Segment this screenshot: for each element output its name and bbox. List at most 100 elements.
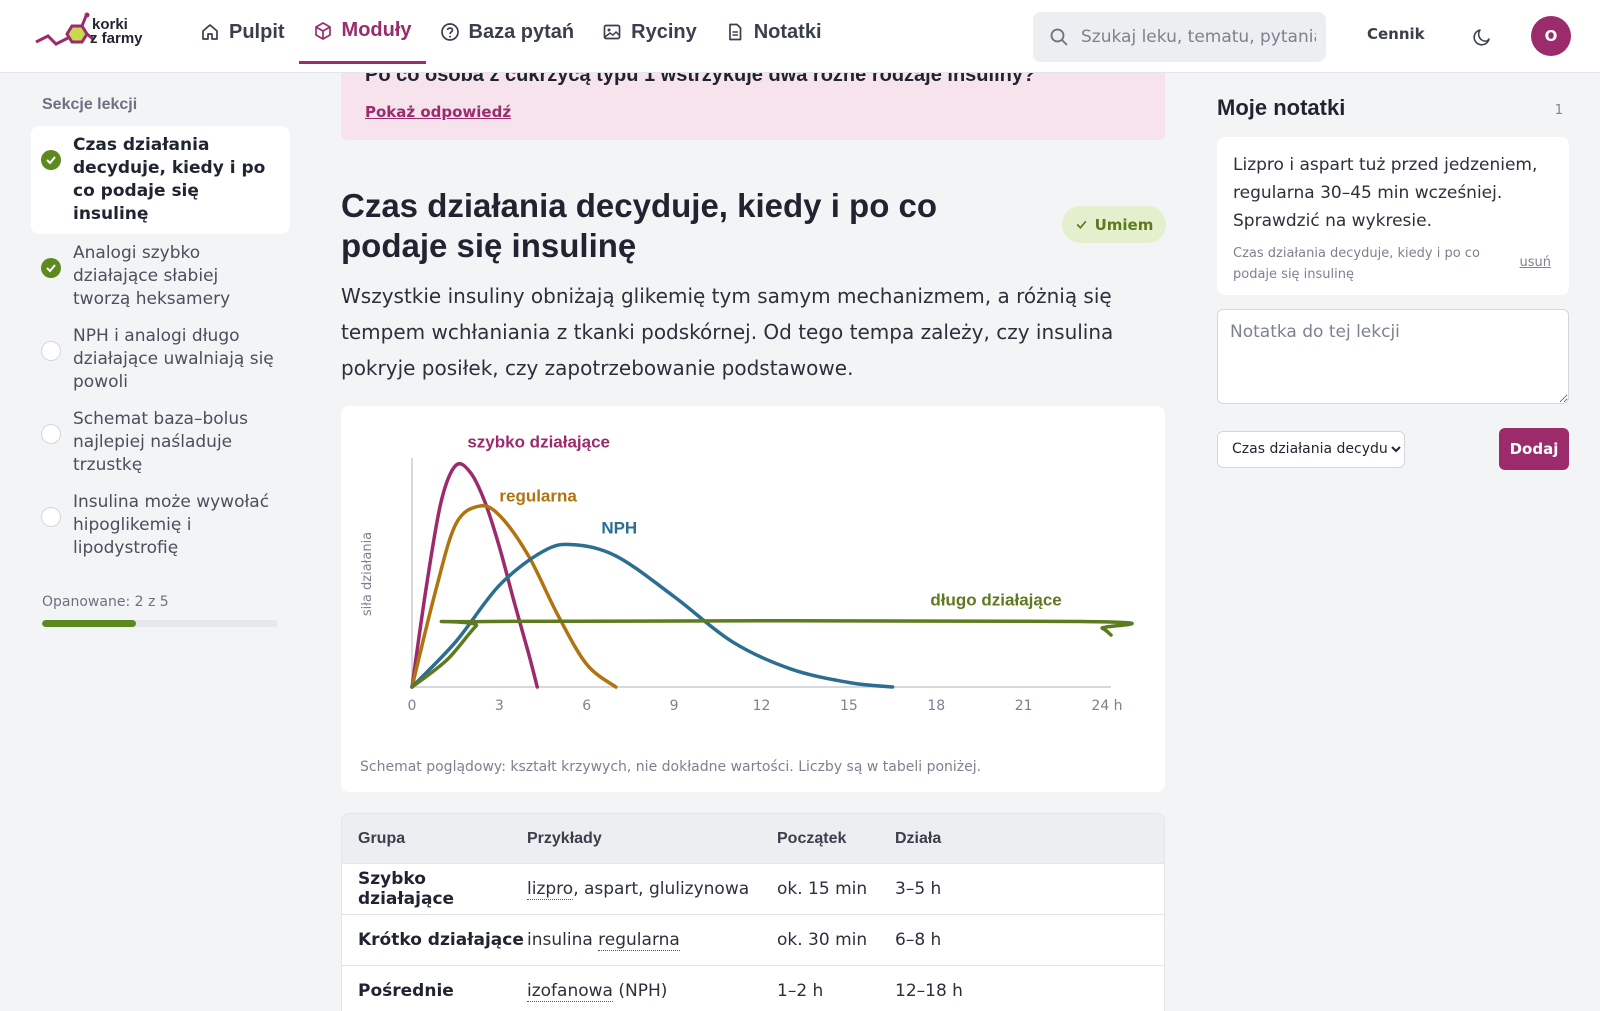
glossary-term[interactable]: regularna xyxy=(598,930,680,951)
note-section-ref: Czas działania decyduje, kiedy i po co p… xyxy=(1233,246,1480,282)
empty-circle-icon xyxy=(41,424,61,444)
search-icon xyxy=(1050,28,1068,46)
section-item-4[interactable]: Schemat baza–bolus najlepiej naśladuje t… xyxy=(31,402,290,483)
check-circle-icon xyxy=(41,150,61,170)
delete-note-link[interactable]: usuń xyxy=(1520,255,1552,270)
lesson-title: Czas działania decyduje, kiedy i po co p… xyxy=(341,187,938,264)
search-box[interactable] xyxy=(1033,12,1326,62)
nav-baza-pytan[interactable]: Baza pytań xyxy=(426,0,589,64)
section-label: Analogi szybko działające słabiej tworzą… xyxy=(73,243,231,309)
series-label: regularna xyxy=(499,487,577,506)
empty-circle-icon xyxy=(41,341,61,361)
pricing-link[interactable]: Cennik xyxy=(1367,25,1425,43)
section-item-5[interactable]: Insulina może wywołać hipoglikemię i lip… xyxy=(31,485,290,566)
image-icon xyxy=(603,24,621,40)
search-input[interactable] xyxy=(1081,27,1316,47)
main-nav: Pulpit Moduły Baza pytań Ryciny Notatki xyxy=(186,0,836,73)
x-tick-label: 12 xyxy=(753,698,771,714)
x-tick-label: 15 xyxy=(840,698,858,714)
table-header: Grupa Przykłady Początek Działa xyxy=(342,814,1164,863)
series-line xyxy=(410,618,1134,689)
section-item-2[interactable]: Analogi szybko działające słabiej tworzą… xyxy=(31,236,290,317)
series-label: szybko działające xyxy=(467,432,610,451)
quiz-question: Po co osoba z cukrzycą typu 1 wstrzykuje… xyxy=(365,73,1036,86)
series-label: NPH xyxy=(601,518,637,537)
x-tick-label: 21 xyxy=(1015,698,1033,714)
duration-cell: 6–8 h xyxy=(895,930,942,950)
x-tick-label: 18 xyxy=(927,698,945,714)
notes-panel: Moje notatki 1 Lizpro i aspart tuż przed… xyxy=(1217,95,1569,470)
start-cell: ok. 30 min xyxy=(777,930,868,950)
lesson-paragraph: Wszystkie insuliny obniżają glikemię tym… xyxy=(341,284,1114,380)
home-icon xyxy=(202,24,218,40)
note-input[interactable] xyxy=(1217,309,1569,404)
brand-name: korki z farmy xyxy=(90,16,143,47)
y-axis-label: siła działania xyxy=(360,532,375,616)
header-cell: Grupa xyxy=(358,829,406,847)
x-tick-label: 3 xyxy=(495,698,504,714)
mastered-toggle-button[interactable]: Umiem xyxy=(1062,206,1166,243)
examples-cell: lizpro, aspart, glulizynowa xyxy=(527,879,750,900)
nav-ryciny[interactable]: Ryciny xyxy=(588,0,711,64)
x-tick-label: 9 xyxy=(670,698,679,714)
section-label: NPH i analogi długo działające uwalniają… xyxy=(73,326,274,392)
nav-notatki[interactable]: Notatki xyxy=(711,0,836,64)
note-text: Lizpro i aspart tuż przed jedzeniem, reg… xyxy=(1233,155,1538,231)
mastery-progress-bar xyxy=(42,620,278,627)
x-tick-label: 6 xyxy=(582,698,591,714)
x-tick-label: 24 h xyxy=(1091,698,1122,714)
nav-pulpit[interactable]: Pulpit xyxy=(186,0,299,64)
empty-circle-icon xyxy=(41,507,61,527)
examples-cell: izofanowa (NPH) xyxy=(527,981,668,1002)
notes-count: 1 xyxy=(1554,103,1563,118)
x-tick-label: 0 xyxy=(408,698,417,714)
table-row: Szybko działające lizpro, aspart, gluliz… xyxy=(342,863,1164,914)
avatar[interactable]: O xyxy=(1531,16,1571,56)
section-label: Czas działania decyduje, kiedy i po co p… xyxy=(73,135,266,224)
series-line xyxy=(410,542,895,689)
notes-title: Moje notatki xyxy=(1217,95,1346,120)
cube-icon xyxy=(314,21,331,40)
sidebar-title: Sekcje lekcji xyxy=(42,96,138,113)
table-row: Krótko działające insulina regularna ok.… xyxy=(342,914,1164,965)
start-cell: ok. 15 min xyxy=(777,879,868,899)
mastered-count: Opanowane: 2 z 5 xyxy=(42,594,169,610)
check-circle-icon xyxy=(41,258,61,278)
note-card: Lizpro i aspart tuż przed jedzeniem, reg… xyxy=(1217,137,1569,295)
document-icon xyxy=(728,23,742,41)
note-section-select[interactable]: Czas działania decydu xyxy=(1217,430,1405,468)
chart-svg: siła działania 0 3 6 9 12 15 18 21 24 h szybko dzi… xyxy=(360,432,1134,714)
lesson-content: Po co osoba z cukrzycą typu 1 wstrzykuje… xyxy=(341,73,1166,1011)
progress-fill xyxy=(42,620,137,627)
insulin-action-chart: siła działania 0 3 6 9 12 15 18 21 24 h szybko dzi… xyxy=(341,406,1165,792)
start-cell: 1–2 h xyxy=(777,981,824,1001)
nav-moduly[interactable]: Moduły xyxy=(298,0,426,64)
glossary-term[interactable]: lizpro xyxy=(527,879,574,900)
examples-cell: insulina regularna xyxy=(527,930,680,951)
glossary-term[interactable]: izofanowa xyxy=(527,981,613,1002)
quiz-box: Po co osoba z cukrzycą typu 1 wstrzykuje… xyxy=(341,73,1165,140)
section-item-1[interactable]: Czas działania decyduje, kiedy i po co p… xyxy=(31,126,290,234)
show-answer-link[interactable]: Pokaż odpowiedź xyxy=(365,103,511,121)
section-label: Insulina może wywołać hipoglikemię i lip… xyxy=(73,492,270,558)
group-cell: Pośrednie xyxy=(358,981,454,1001)
insulin-table: Grupa Przykłady Początek Działa Szybko d… xyxy=(341,813,1165,1011)
duration-cell: 3–5 h xyxy=(895,879,942,899)
lesson-sections-sidebar: Sekcje lekcji Czas działania decyduje, k… xyxy=(31,96,290,627)
section-item-3[interactable]: NPH i analogi długo działające uwalniają… xyxy=(31,319,290,400)
header-cell: Przykłady xyxy=(527,829,602,847)
moon-icon[interactable] xyxy=(1472,25,1494,47)
note-actions: Czas działania decydu Dodaj xyxy=(1217,428,1569,470)
series-label: długo działające xyxy=(930,591,1061,610)
check-icon xyxy=(1076,220,1087,230)
header-cell: Działa xyxy=(895,829,942,847)
group-cell: Szybko działające xyxy=(358,869,455,909)
chart-caption: Schemat poglądowy: kształt krzywych, nie… xyxy=(360,759,982,775)
group-cell: Krótko działające xyxy=(358,930,524,950)
duration-cell: 12–18 h xyxy=(895,981,963,1001)
top-bar: korki z farmy Pulpit Moduły Baza pytań R… xyxy=(0,0,1600,73)
question-icon xyxy=(440,23,459,41)
table-row: Pośrednie izofanowa (NPH) 1–2 h 12–18 h xyxy=(342,965,1164,1011)
header-cell: Początek xyxy=(777,829,847,847)
add-note-button[interactable]: Dodaj xyxy=(1499,428,1569,470)
